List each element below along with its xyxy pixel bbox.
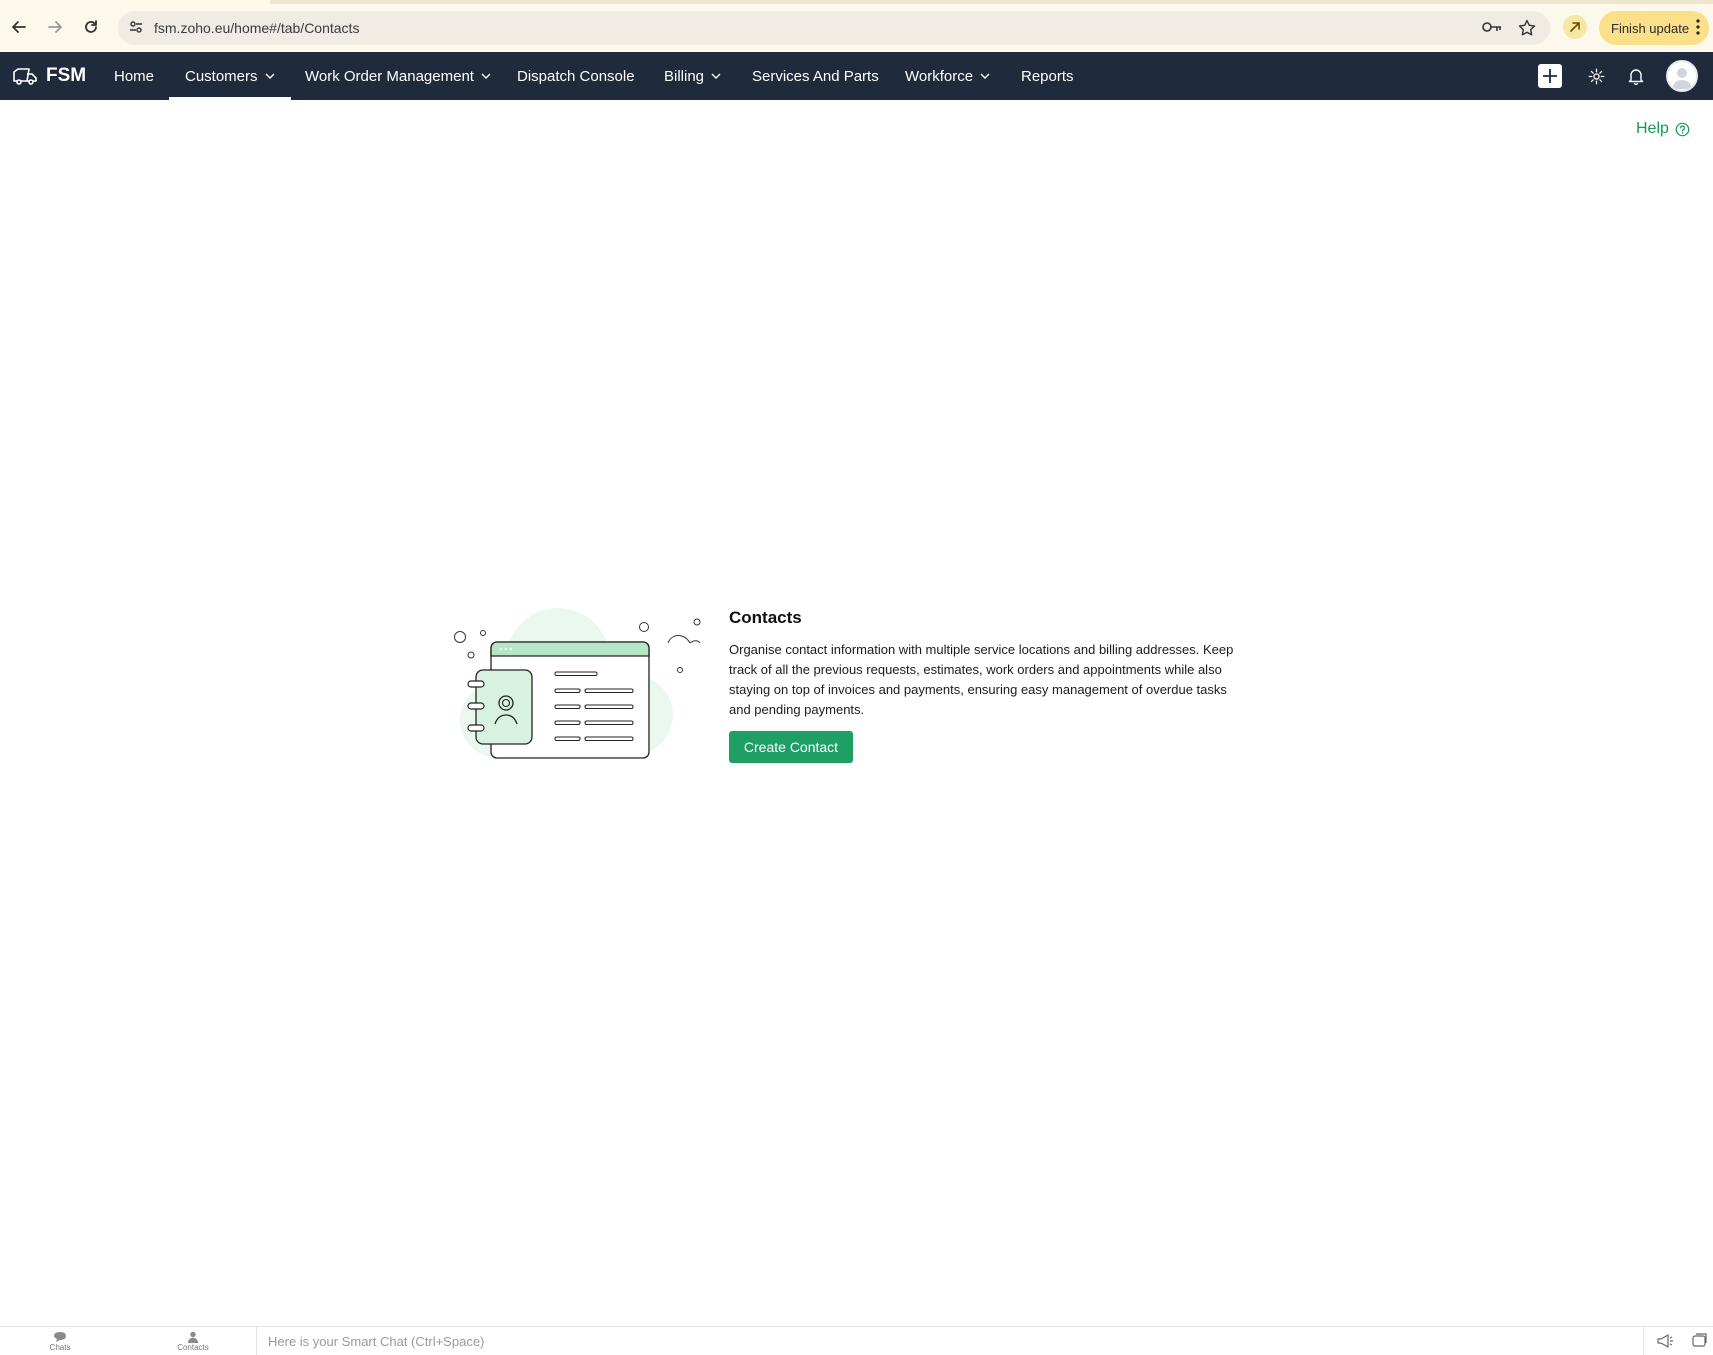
create-contact-button[interactable]: Create Contact xyxy=(729,731,853,763)
nav-dispatch-console[interactable]: Dispatch Console xyxy=(517,52,635,100)
profile-button[interactable] xyxy=(1666,52,1698,100)
contacts-label: Contacts xyxy=(177,1343,209,1352)
bookmark-star-icon[interactable] xyxy=(1518,19,1536,42)
nav-customers[interactable]: Customers xyxy=(169,52,290,100)
bell-icon xyxy=(1628,68,1644,85)
settings-button[interactable] xyxy=(1584,52,1608,100)
app-navbar: FSM Home Customers Work Order Management… xyxy=(0,52,1713,100)
back-button[interactable] xyxy=(6,14,32,40)
extension-icon[interactable] xyxy=(1563,15,1587,39)
contacts-illustration xyxy=(454,608,701,759)
nav-workforce[interactable]: Workforce xyxy=(905,52,990,100)
question-circle-icon xyxy=(1675,122,1690,136)
smart-chat-input[interactable] xyxy=(257,1327,1643,1355)
chevron-down-icon xyxy=(980,73,990,79)
site-settings-icon[interactable] xyxy=(128,19,144,40)
arrow-right-icon xyxy=(48,21,62,33)
chevron-down-icon xyxy=(711,73,721,79)
bottom-bar: Chats Contacts xyxy=(0,1326,1713,1355)
nav-work-order-management-label: Work Order Management xyxy=(305,67,474,85)
nav-home[interactable]: Home xyxy=(114,52,154,100)
help-label: Help xyxy=(1636,120,1669,137)
nav-billing[interactable]: Billing xyxy=(664,52,721,100)
contacts-button[interactable]: Contacts xyxy=(172,1327,214,1355)
empty-state-title: Contacts xyxy=(729,608,802,627)
brand-logo[interactable]: FSM xyxy=(12,52,86,100)
smart-chat-bar[interactable] xyxy=(256,1327,1644,1355)
brand-name: FSM xyxy=(46,65,87,86)
chevron-down-icon xyxy=(265,73,275,79)
chat-window-icon[interactable] xyxy=(1692,1333,1708,1354)
quick-create-button[interactable] xyxy=(1538,52,1562,100)
reload-button[interactable] xyxy=(78,14,104,40)
nav-services-and-parts[interactable]: Services And Parts xyxy=(752,52,879,100)
plus-icon xyxy=(1538,64,1562,88)
nav-customers-label: Customers xyxy=(185,67,258,85)
nav-workforce-label: Workforce xyxy=(905,67,974,85)
forward-button[interactable] xyxy=(42,14,68,40)
tab-strip-edge xyxy=(270,0,1713,4)
nav-reports[interactable]: Reports xyxy=(1021,52,1074,100)
nav-dispatch-console-label: Dispatch Console xyxy=(517,67,635,85)
nav-home-label: Home xyxy=(114,67,155,85)
url-text[interactable]: fsm.zoho.eu/home#/tab/Contacts xyxy=(154,20,359,36)
nav-work-order-management[interactable]: Work Order Management xyxy=(305,52,491,100)
reload-icon xyxy=(85,20,97,33)
person-icon xyxy=(188,1331,198,1343)
notifications-button[interactable] xyxy=(1624,52,1648,100)
megaphone-icon[interactable] xyxy=(1656,1333,1674,1354)
truck-logo-icon xyxy=(13,68,37,85)
finish-update-button[interactable]: Finish update xyxy=(1599,11,1709,45)
address-bar[interactable]: fsm.zoho.eu/home#/tab/Contacts xyxy=(118,11,1550,45)
arrow-left-icon xyxy=(12,21,26,33)
chats-label: Chats xyxy=(49,1343,71,1352)
empty-state-description: Organise contact information with multip… xyxy=(729,642,1234,717)
nav-billing-label: Billing xyxy=(664,67,705,85)
chevron-down-icon xyxy=(481,73,491,79)
kebab-menu-icon[interactable] xyxy=(1696,19,1700,38)
browser-toolbar: fsm.zoho.eu/home#/tab/Contacts Finish up… xyxy=(0,0,1713,52)
gear-icon xyxy=(1588,68,1604,84)
avatar xyxy=(1666,60,1698,92)
chat-bubble-icon xyxy=(54,1332,66,1342)
chats-button[interactable]: Chats xyxy=(40,1327,80,1355)
help-link[interactable]: Help xyxy=(1636,120,1690,138)
key-icon[interactable] xyxy=(1482,20,1502,39)
nav-reports-label: Reports xyxy=(1021,67,1074,85)
finish-update-label: Finish update xyxy=(1611,20,1690,36)
nav-services-and-parts-label: Services And Parts xyxy=(752,67,879,85)
